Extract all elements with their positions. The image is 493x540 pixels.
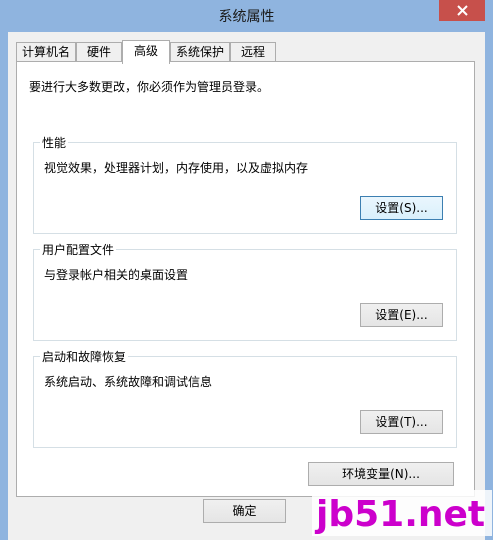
tab-strip: 计算机名 硬件 高级 系统保护 远程 [16, 40, 476, 64]
performance-group: 性能 视觉效果，处理器计划，内存使用，以及虚拟内存 设置(S)... [33, 134, 457, 234]
system-properties-window: 系统属性 计算机名 硬件 高级 系统保护 远程 要进行大多数更改，你必须作为管理… [0, 0, 493, 540]
startup-recovery-group: 启动和故障恢复 系统启动、系统故障和调试信息 设置(T)... [33, 348, 457, 448]
ok-button[interactable]: 确定 [203, 499, 286, 523]
environment-variables-button[interactable]: 环境变量(N)... [308, 462, 454, 486]
startup-recovery-description: 系统启动、系统故障和调试信息 [44, 375, 213, 389]
tab-advanced[interactable]: 高级 [122, 40, 170, 64]
svg-text:jb51.net: jb51.net [314, 494, 485, 535]
startup-recovery-settings-button[interactable]: 设置(T)... [360, 410, 443, 434]
startup-recovery-title: 启动和故障恢复 [40, 348, 129, 365]
dialog-body: 计算机名 硬件 高级 系统保护 远程 要进行大多数更改，你必须作为管理员登录。 … [8, 32, 485, 540]
tab-remote[interactable]: 远程 [230, 42, 276, 62]
watermark-logo: jb51.net [312, 490, 492, 536]
admin-note: 要进行大多数更改，你必须作为管理员登录。 [29, 80, 270, 94]
window-title: 系统属性 [218, 9, 275, 25]
title-bar[interactable]: 系统属性 [0, 0, 493, 32]
tab-system-protection[interactable]: 系统保护 [170, 42, 230, 62]
user-profiles-description: 与登录帐户相关的桌面设置 [44, 268, 189, 282]
performance-description: 视觉效果，处理器计划，内存使用，以及虚拟内存 [44, 161, 309, 175]
user-profiles-group: 用户配置文件 与登录帐户相关的桌面设置 设置(E)... [33, 241, 457, 341]
close-button[interactable] [439, 0, 485, 21]
performance-title: 性能 [40, 134, 69, 151]
tab-computer-name[interactable]: 计算机名 [16, 42, 76, 62]
performance-settings-button[interactable]: 设置(S)... [360, 196, 443, 220]
advanced-tab-panel: 要进行大多数更改，你必须作为管理员登录。 性能 视觉效果，处理器计划，内存使用，… [16, 61, 475, 497]
close-icon [456, 5, 468, 16]
user-profiles-settings-button[interactable]: 设置(E)... [360, 303, 443, 327]
user-profiles-title: 用户配置文件 [40, 241, 117, 258]
tab-hardware[interactable]: 硬件 [76, 42, 122, 62]
